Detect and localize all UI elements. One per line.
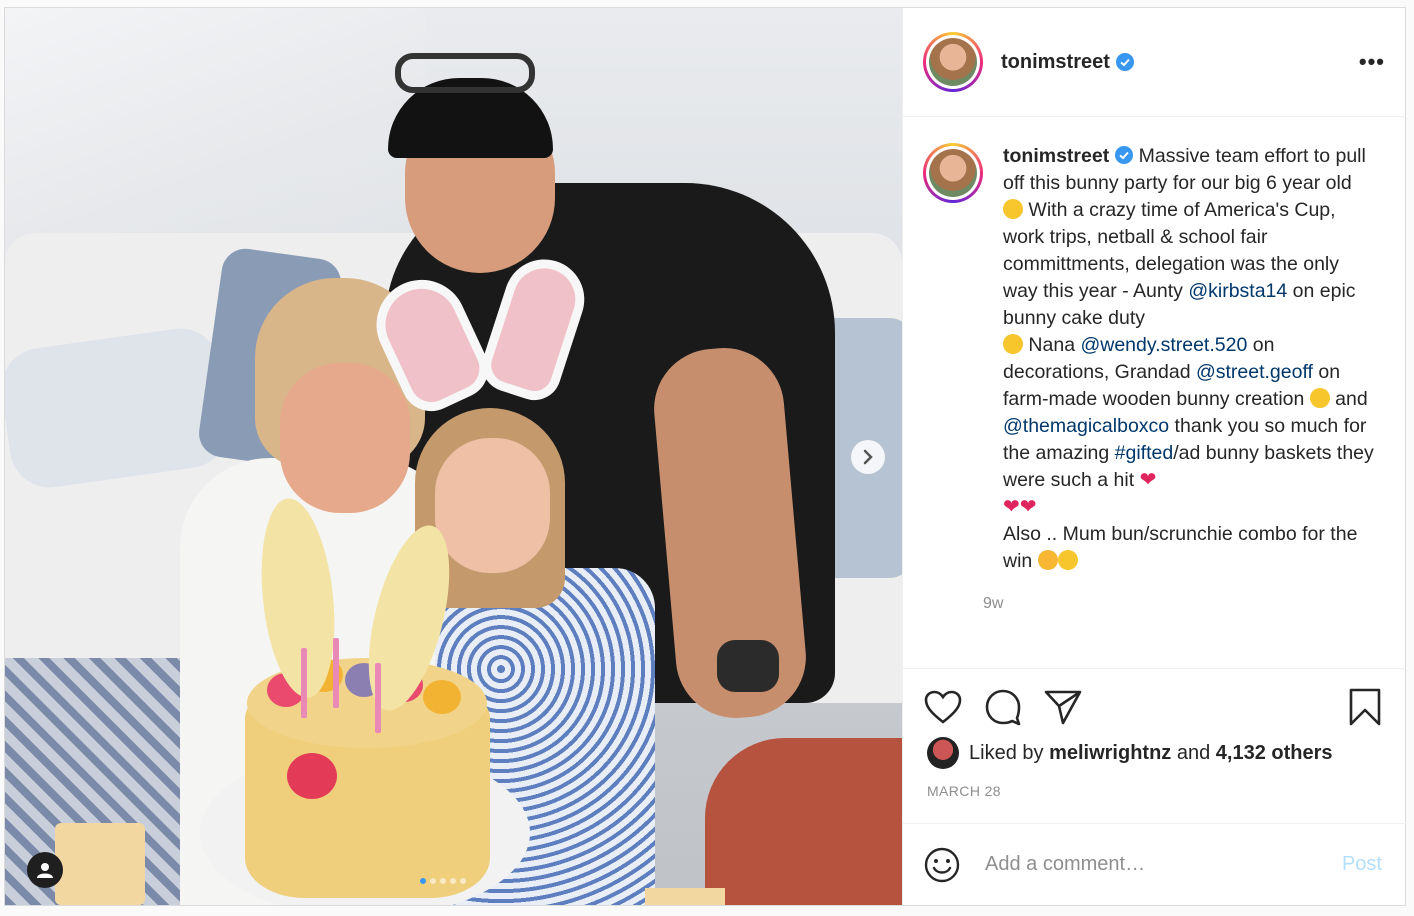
post-photo[interactable] (5, 8, 902, 905)
bookmark-icon (1349, 688, 1381, 726)
red-heart-icon: ❤ (1139, 469, 1157, 491)
avatar[interactable] (923, 143, 983, 203)
action-bar (903, 669, 1405, 729)
likes-middle: and (1171, 741, 1216, 764)
post-date[interactable]: MARCH 28 (903, 769, 1405, 799)
user-tag-icon (37, 863, 53, 878)
carousel-dot (430, 878, 436, 884)
post-modal: tonimstreet ••• tonimstreet Massive team… (4, 7, 1406, 906)
candle (301, 648, 307, 718)
paper-plane-icon (1044, 690, 1082, 725)
carousel-dot (420, 878, 426, 884)
save-button[interactable] (1345, 687, 1385, 727)
wall (5, 8, 425, 268)
likes-count[interactable]: 4,132 others (1216, 742, 1333, 765)
likes-summary: Liked by meliwrightnz and 4,132 others (903, 729, 1405, 769)
caption: tonimstreet Massive team effort to pull … (1003, 143, 1375, 575)
caption-area: tonimstreet Massive team effort to pull … (903, 117, 1405, 669)
chevron-right-icon (863, 449, 873, 465)
party-cup (645, 888, 725, 905)
more-options-button[interactable]: ••• (1359, 49, 1385, 75)
mention-link[interactable]: @wendy.street.520 (1080, 334, 1247, 356)
comment-icon (985, 689, 1021, 726)
caption-username[interactable]: tonimstreet (1003, 145, 1109, 167)
caption-text: Nana (1023, 334, 1081, 356)
candle (333, 638, 339, 708)
mention-link[interactable]: @street.geoff (1196, 361, 1313, 383)
post-comment-button[interactable]: Post (1342, 853, 1382, 876)
verified-badge-icon (1115, 53, 1134, 71)
sunglasses (395, 53, 535, 93)
red-heart-icon: ❤ (1003, 496, 1020, 518)
fist-bump-icon (1037, 550, 1058, 570)
mention-link[interactable]: @kirbsta14 (1188, 280, 1287, 302)
cake-rose (423, 680, 461, 714)
comment-input[interactable] (985, 853, 1342, 876)
comment-bar: Post (903, 823, 1406, 905)
username-link[interactable]: tonimstreet (1001, 51, 1110, 74)
avatar[interactable] (923, 32, 983, 92)
post-header: tonimstreet ••• (903, 8, 1405, 117)
verified-badge-icon (1115, 146, 1134, 164)
likes-prefix: Liked by (969, 741, 1050, 764)
girl-face (435, 438, 550, 573)
smiley-icon (924, 847, 960, 882)
comment-button[interactable] (983, 687, 1023, 727)
like-button[interactable] (923, 687, 963, 727)
zany-face-icon (1003, 199, 1023, 219)
emoji-button[interactable] (923, 846, 961, 884)
next-slide-button[interactable] (851, 440, 885, 474)
share-button[interactable] (1043, 687, 1083, 727)
mention-link[interactable]: @themagicalboxco (1003, 415, 1169, 437)
hashtag-link[interactable]: #gifted (1115, 442, 1174, 464)
liker-username[interactable]: meliwrightnz (1049, 742, 1171, 765)
woman-face (280, 363, 410, 513)
carousel-indicator (420, 878, 466, 884)
liker-avatar[interactable] (927, 737, 959, 769)
time-ago[interactable]: 9w (983, 595, 1383, 613)
rofl-icon (1309, 388, 1330, 408)
red-heart-icon: ❤ (1019, 496, 1037, 518)
watch (717, 640, 779, 692)
heart-icon (924, 690, 962, 724)
post-sidebar: tonimstreet ••• tonimstreet Massive team… (902, 8, 1406, 905)
foreground-blur (705, 738, 902, 905)
carousel-dot (440, 878, 446, 884)
caption-text: and (1329, 388, 1368, 410)
cake-rose (287, 753, 337, 799)
carousel-dot (460, 878, 466, 884)
user-tag-button[interactable] (27, 852, 63, 888)
rofl-icon (1057, 550, 1078, 570)
smiling-hearts-icon (1003, 334, 1023, 354)
party-cup (55, 823, 145, 905)
carousel-dot (450, 878, 456, 884)
candle (375, 663, 381, 733)
